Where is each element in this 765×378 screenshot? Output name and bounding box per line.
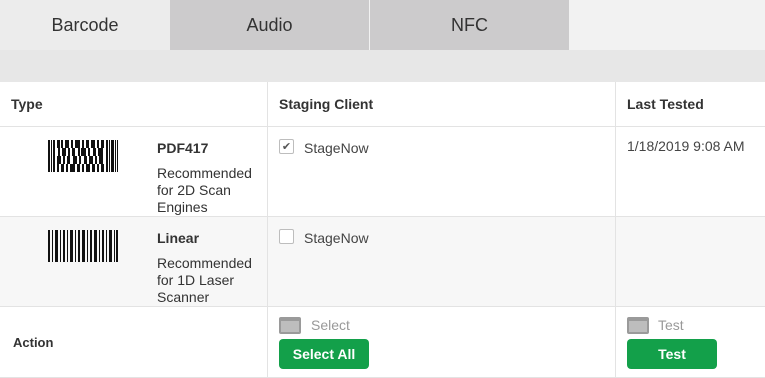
- barcode-name: Linear: [157, 230, 200, 246]
- test-window-icon: [627, 317, 649, 334]
- select-all-button[interactable]: Select All: [279, 339, 369, 369]
- barcode-table: Type Staging Client Last Tested PDF417 R…: [0, 82, 765, 378]
- tab-content-band: [0, 50, 765, 82]
- barcode-description: Recommended for 1D Laser Scanner: [157, 255, 252, 305]
- action-row-test-cell: Test Test: [616, 307, 765, 378]
- stagenow-checkbox-unchecked[interactable]: [279, 229, 294, 244]
- test-label: Test: [658, 317, 684, 333]
- header-staging-client: Staging Client: [268, 82, 616, 127]
- table-row-linear-type: Linear Recommended for 1D Laser Scanner: [0, 217, 268, 307]
- table-row-pdf417-client: ✔ StageNow: [268, 127, 616, 217]
- action-row-select-cell: Select Select All: [268, 307, 616, 378]
- header-type: Type: [0, 82, 268, 127]
- tab-nfc-label: NFC: [451, 14, 488, 35]
- table-row-linear-client: StageNow: [268, 217, 616, 307]
- header-last-tested-label: Last Tested: [627, 96, 704, 112]
- select-window-icon: [279, 317, 301, 334]
- tab-barcode-label: Barcode: [51, 14, 119, 35]
- pdf417-barcode-icon: [48, 140, 118, 172]
- table-row-pdf417-type: PDF417 Recommended for 2D Scan Engines: [0, 127, 268, 217]
- linear-barcode-icon: [48, 230, 118, 262]
- action-label: Action: [13, 335, 54, 350]
- select-label: Select: [311, 317, 350, 333]
- tab-audio-label: Audio: [246, 14, 293, 35]
- stagenow-label: StageNow: [304, 230, 369, 246]
- table-row-linear-last-tested: [616, 217, 765, 307]
- tab-nfc[interactable]: NFC: [370, 0, 569, 50]
- header-staging-client-label: Staging Client: [279, 96, 374, 112]
- header-type-label: Type: [11, 96, 43, 112]
- header-last-tested: Last Tested: [616, 82, 765, 127]
- action-row-label-cell: Action: [0, 307, 268, 378]
- checkmark-icon: ✔: [281, 141, 292, 153]
- table-row-pdf417-last-tested: 1/18/2019 9:08 AM: [616, 127, 765, 217]
- tab-audio[interactable]: Audio: [170, 0, 369, 50]
- test-button[interactable]: Test: [627, 339, 717, 369]
- last-tested-date: 1/18/2019 9:08 AM: [627, 138, 745, 154]
- stagenow-checkbox-checked[interactable]: ✔: [279, 139, 294, 154]
- barcode-name: PDF417: [157, 140, 209, 156]
- stagenow-label: StageNow: [304, 140, 369, 156]
- barcode-description: Recommended for 2D Scan Engines: [157, 165, 252, 215]
- tab-bar: Barcode Audio NFC: [0, 0, 765, 50]
- tab-barcode[interactable]: Barcode: [0, 0, 170, 50]
